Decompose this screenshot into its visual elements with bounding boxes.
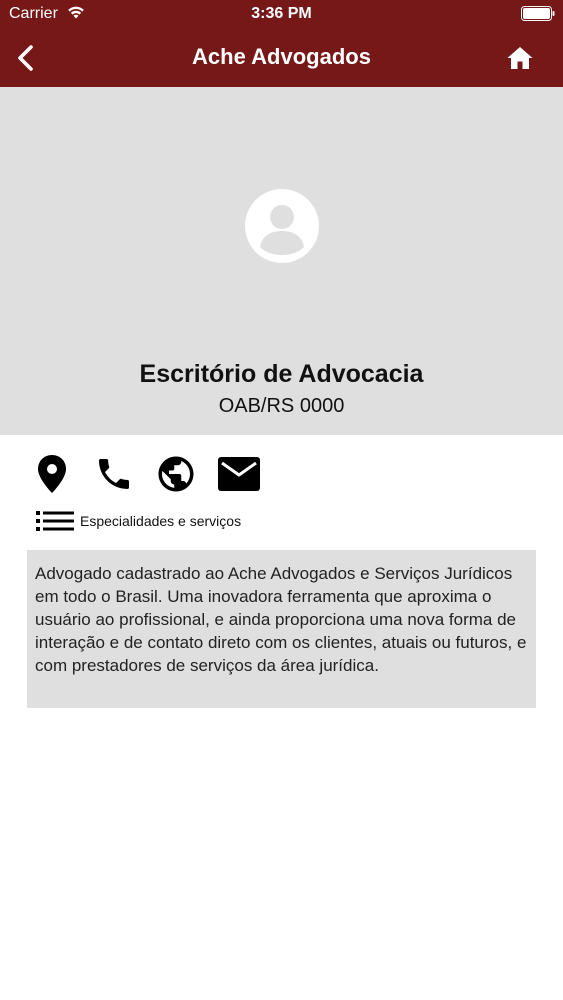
specialties-label: Especialidades e serviços [80, 513, 242, 529]
status-bar: Carrier 3:36 PM [0, 0, 563, 30]
location-pin-icon [38, 455, 66, 493]
phone-button[interactable] [92, 452, 136, 496]
back-button[interactable] [8, 40, 44, 76]
location-button[interactable] [30, 452, 74, 496]
profile-header: Escritório de Advocacia OAB/RS 0000 [0, 87, 563, 435]
avatar [245, 189, 319, 263]
website-button[interactable] [154, 452, 198, 496]
globe-icon [158, 456, 194, 492]
home-button[interactable] [502, 40, 538, 76]
profile-name: Escritório de Advocacia [139, 360, 424, 388]
battery-icon [521, 6, 555, 21]
page-title: Ache Advogados [192, 44, 371, 69]
home-icon [507, 47, 533, 69]
app-header: Carrier 3:36 PM Ache Advogados [0, 0, 563, 87]
phone-icon [99, 459, 129, 489]
mail-icon [218, 457, 260, 491]
nav-bar: Ache Advogados [0, 30, 563, 87]
chevron-left-icon [18, 45, 33, 71]
specialties-link[interactable]: Especialidades e serviços [36, 508, 241, 534]
person-icon [260, 205, 304, 255]
profile-oab: OAB/RS 0000 [218, 395, 345, 417]
status-time: 3:36 PM [251, 5, 312, 22]
list-icon [36, 511, 74, 531]
description-text: Advogado cadastrado ao Ache Advogados e … [35, 564, 527, 675]
mail-button[interactable] [217, 452, 261, 496]
description-box: Advogado cadastrado ao Ache Advogados e … [27, 550, 536, 708]
